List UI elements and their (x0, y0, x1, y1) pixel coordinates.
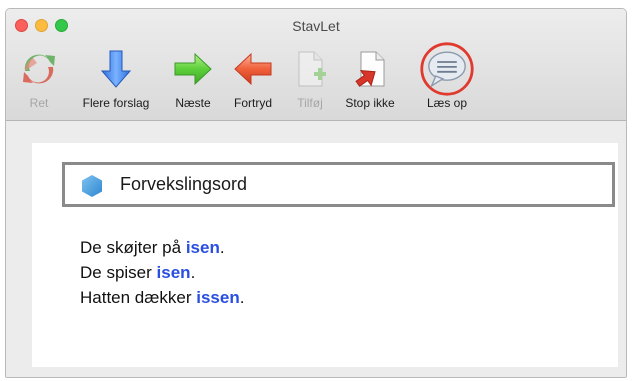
category-heading-box: Forvekslingsord (62, 162, 615, 207)
category-heading: Forvekslingsord (120, 174, 248, 194)
hexagon-icon (82, 175, 102, 197)
confusable-word[interactable]: isen (157, 263, 191, 282)
toolbar-ret-label: Ret (29, 96, 49, 110)
title-bar: StavLet Ret Flere forslag Næste Fortryd … (6, 9, 626, 121)
example-sentence: De spiser isen. (80, 260, 244, 285)
sentence-punctuation: . (239, 288, 245, 307)
down-arrow-icon (100, 50, 132, 88)
left-arrow-icon (234, 52, 272, 86)
toolbar-tilfoej-label: Tilføj (297, 96, 323, 110)
window-title: StavLet (292, 18, 340, 34)
example-sentence: Hatten dækker issen. (80, 285, 244, 310)
confusable-word[interactable]: issen (196, 288, 239, 307)
toolbar-naeste-button[interactable]: Næste (169, 49, 217, 113)
add-document-icon (298, 51, 326, 87)
toolbar-flere-forslag-button[interactable]: Flere forslag (70, 49, 162, 113)
toolbar-stop-ikke-button[interactable]: Stop ikke (339, 49, 401, 113)
content-area: Forvekslingsord De skøjter på isen. De s… (6, 122, 626, 377)
example-sentence: De skøjter på isen. (80, 235, 244, 260)
toolbar-ret-button[interactable]: Ret (16, 49, 62, 113)
sentence-text: Hatten dækker (80, 288, 197, 307)
sentence-text: De spiser (80, 263, 157, 282)
document-panel: Forvekslingsord De skøjter på isen. De s… (32, 143, 618, 367)
toolbar-laes-op-label: Læs op (426, 96, 468, 110)
sentence-punctuation: . (190, 263, 196, 282)
app-window: StavLet Ret Flere forslag Næste Fortryd … (5, 8, 627, 378)
example-sentences: De skøjter på isen. De spiser isen. Hatt… (80, 235, 244, 310)
sentence-punctuation: . (219, 238, 225, 257)
toolbar-laes-op-button[interactable]: Læs op (417, 42, 477, 113)
toolbar-naeste-label: Næste (175, 96, 211, 110)
toolbar-fortryd-button[interactable]: Fortryd (224, 49, 282, 113)
speech-bubble-icon (420, 42, 474, 96)
toolbar-flere-forslag-label: Flere forslag (82, 96, 150, 110)
stop-document-icon (355, 51, 385, 87)
confusable-word[interactable]: isen (186, 238, 220, 257)
toolbar-fortryd-label: Fortryd (233, 96, 272, 110)
sentence-text: De skøjter på (80, 238, 186, 257)
toolbar-tilfoej-button[interactable]: Tilføj (290, 49, 330, 113)
toolbar-stop-ikke-label: Stop ikke (345, 96, 395, 110)
right-arrow-icon (174, 52, 212, 86)
recycle-icon (23, 54, 55, 84)
